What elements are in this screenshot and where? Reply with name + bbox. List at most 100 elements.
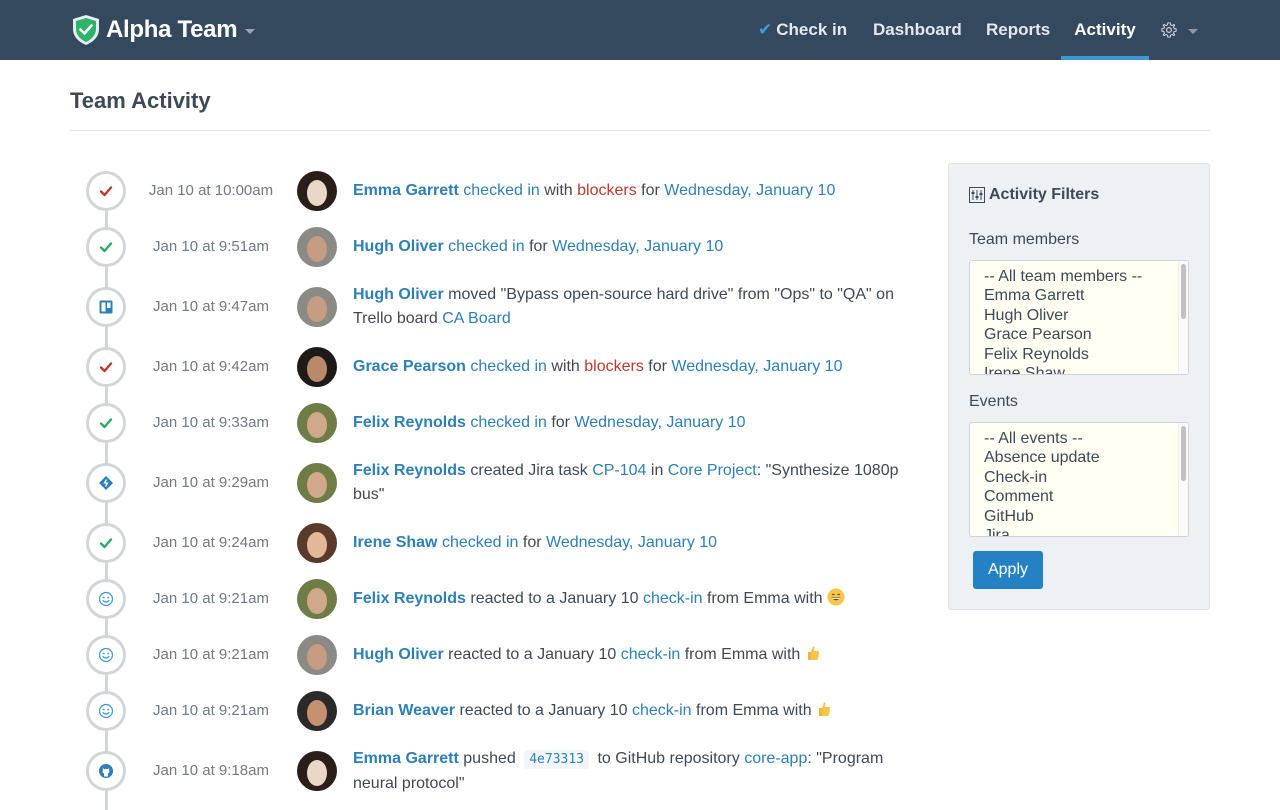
event-link[interactable]: checked in [448, 238, 525, 255]
events-scrollbar[interactable] [1178, 423, 1188, 536]
avatar[interactable] [297, 227, 337, 267]
avatar[interactable] [297, 635, 337, 675]
smiley-icon [98, 647, 114, 663]
team-member-option[interactable]: Grace Pearson [970, 325, 1188, 344]
avatar[interactable] [297, 403, 337, 443]
avatar-photo [297, 523, 337, 563]
event-text-segment: for [636, 182, 665, 199]
event-link[interactable]: Wednesday, January 10 [574, 414, 745, 431]
person-link[interactable]: Felix Reynolds [353, 462, 466, 479]
avatar[interactable] [297, 463, 337, 503]
event-type-option[interactable]: GitHub [970, 507, 1188, 526]
avatar[interactable] [297, 523, 337, 563]
event-link[interactable]: Wednesday, January 10 [552, 238, 723, 255]
event-link[interactable]: checked in [470, 358, 547, 375]
event-text-segment: created Jira task [470, 462, 593, 479]
event-link[interactable]: checked in [463, 182, 540, 199]
avatar[interactable] [297, 691, 337, 731]
event-timestamp: Jan 10 at 9:42am [153, 358, 269, 375]
avatar-photo [297, 691, 337, 731]
blockers-link[interactable]: blockers [577, 182, 637, 199]
event-link[interactable]: check-in [643, 590, 703, 607]
person-link[interactable]: Irene Shaw [353, 534, 437, 551]
event-link[interactable]: checked in [442, 534, 519, 551]
team-members-select[interactable]: -- All team members -- Emma Garrett Hugh O… [969, 260, 1189, 375]
event-type-option[interactable]: Jira [970, 526, 1188, 536]
team-switcher[interactable]: Alpha Team [72, 14, 256, 46]
team-member-option[interactable]: Hugh Oliver [970, 306, 1188, 325]
event-link[interactable]: checked in [470, 414, 547, 431]
avatar[interactable] [297, 751, 337, 791]
chevron-down-icon [1188, 29, 1198, 34]
person-link[interactable]: Felix Reynolds [353, 414, 466, 431]
avatar-photo [297, 227, 337, 267]
event-type-option[interactable]: Check-in [970, 468, 1188, 487]
avatar-photo [297, 579, 337, 619]
person-link[interactable]: Hugh Oliver [353, 646, 444, 663]
team-member-option[interactable]: -- All team members -- [970, 267, 1188, 286]
event-link[interactable]: Wednesday, January 10 [671, 358, 842, 375]
nav-activity[interactable]: Activity [1061, 0, 1149, 60]
event-text-segment: from Emma with [702, 590, 827, 607]
nav-reports[interactable]: Reports [986, 0, 1050, 60]
event-link[interactable]: check-in [621, 646, 681, 663]
event-type-badge [86, 171, 126, 211]
event-type-option[interactable]: Absence update [970, 448, 1188, 467]
event-text-segment: reacted to a January 10 [459, 702, 632, 719]
avatar[interactable] [297, 347, 337, 387]
check-icon [99, 538, 113, 549]
events-select[interactable]: -- All events -- Absence update Check-in Co… [969, 422, 1189, 537]
event-link[interactable]: Wednesday, January 10 [546, 534, 717, 551]
event-link[interactable]: Core Project [668, 462, 757, 479]
event-link[interactable]: CP-104 [592, 462, 646, 479]
team-member-option[interactable]: Irene Shaw [970, 364, 1188, 374]
event-type-badge [86, 751, 126, 791]
person-link[interactable]: Grace Pearson [353, 358, 466, 375]
event-type-badge [86, 347, 126, 387]
github-icon [99, 764, 113, 778]
event-type-option[interactable]: -- All events -- [970, 429, 1188, 448]
thumbs-up-emoji-icon [816, 702, 834, 719]
commit-hash-link[interactable]: 4e73313 [524, 750, 590, 769]
scroll-thumb[interactable] [1181, 426, 1186, 481]
nav-dashboard[interactable]: Dashboard [873, 0, 962, 60]
event-type-badge [86, 287, 126, 327]
avatar[interactable] [297, 171, 337, 211]
event-link[interactable]: check-in [632, 702, 692, 719]
avatar[interactable] [297, 287, 337, 327]
event-timestamp: Jan 10 at 9:33am [153, 414, 269, 431]
jira-icon [99, 476, 113, 490]
event-description: Hugh Oliver reacted to a January 10 chec… [353, 643, 923, 667]
title-divider [70, 130, 1210, 131]
blockers-link[interactable]: blockers [584, 358, 644, 375]
event-link[interactable]: CA Board [442, 310, 510, 327]
avatar[interactable] [297, 579, 337, 619]
nav-dashboard-label: Dashboard [873, 20, 962, 39]
event-description: Emma Garrett pushed 4e73313 to GitHub re… [353, 747, 923, 796]
nav-check-in[interactable]: ✔ Check in [758, 0, 847, 60]
event-link[interactable]: Wednesday, January 10 [664, 182, 835, 199]
event-link[interactable]: core-app [744, 750, 807, 767]
scroll-thumb[interactable] [1181, 264, 1186, 319]
person-link[interactable]: Emma Garrett [353, 182, 459, 199]
person-link[interactable]: Brian Weaver [353, 702, 455, 719]
apply-button[interactable]: Apply [973, 551, 1043, 589]
event-text-segment: from Emma with [680, 646, 805, 663]
event-description: Hugh Oliver moved "Bypass open-source ha… [353, 283, 923, 331]
person-link[interactable]: Hugh Oliver [353, 286, 444, 303]
event-type-option[interactable]: Comment [970, 487, 1188, 506]
team-member-option[interactable]: Felix Reynolds [970, 345, 1188, 364]
event-text-segment: with [539, 182, 578, 199]
team-member-option[interactable]: Emma Garrett [970, 286, 1188, 305]
smiley-icon [98, 591, 114, 607]
person-link[interactable]: Hugh Oliver [353, 238, 444, 255]
person-link[interactable]: Felix Reynolds [353, 590, 466, 607]
shield-check-logo-icon [73, 15, 99, 45]
team-name: Alpha Team [106, 16, 238, 43]
event-text-segment: reacted to a January 10 [470, 590, 643, 607]
team-members-label: Team members [969, 231, 1080, 248]
person-link[interactable]: Emma Garrett [353, 750, 459, 767]
team-members-scrollbar[interactable] [1178, 261, 1188, 374]
settings-menu[interactable] [1160, 0, 1198, 60]
avatar-photo [297, 635, 337, 675]
